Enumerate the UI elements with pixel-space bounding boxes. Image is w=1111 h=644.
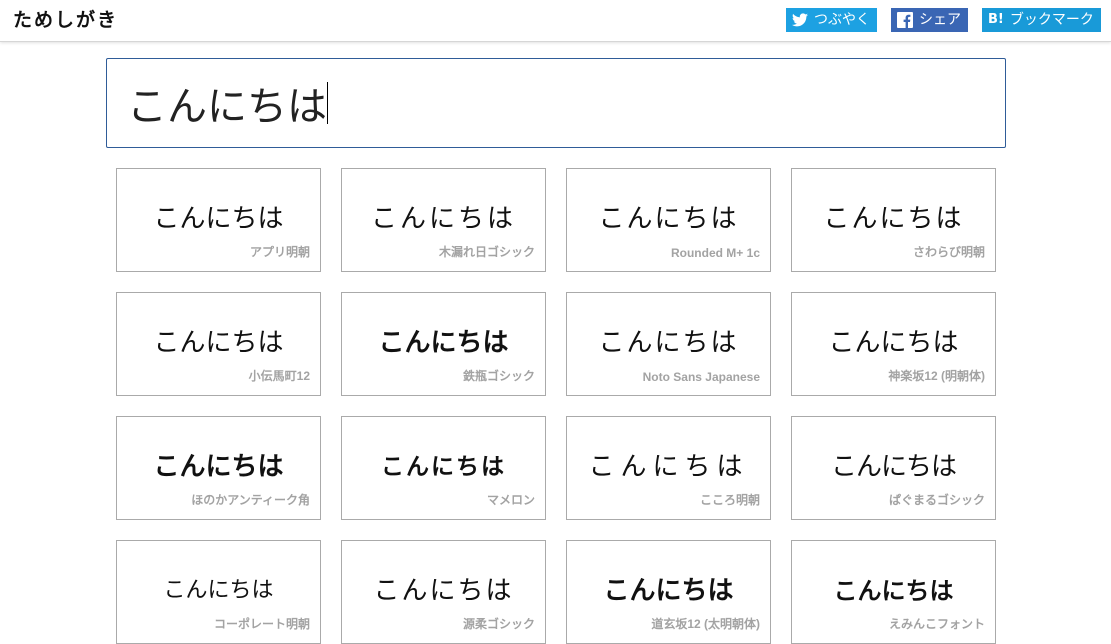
font-card-apuri-mincho[interactable]: こんにちは アプリ明朝: [116, 168, 321, 272]
font-card-sawarabi-mincho[interactable]: こんにちは さわらび明朝: [791, 168, 996, 272]
font-card-dogenzaka12[interactable]: こんにちは 道玄坂12 (太明朝体): [566, 540, 771, 644]
font-card-komorebi-gothic[interactable]: こんにちは 木漏れ日ゴシック: [341, 168, 546, 272]
font-name-label: Noto Sans Japanese: [642, 370, 760, 384]
font-sample-text: こんにちは: [153, 452, 284, 482]
app-logo[interactable]: ためしがき: [13, 6, 118, 34]
font-card-rounded-mplus[interactable]: こんにちは Rounded M+ 1c: [566, 168, 771, 272]
header: ためしがき つぶやく シェア B! ブックマーク: [0, 0, 1111, 42]
font-sample-text: こんにちは: [603, 576, 734, 606]
twitter-bird-icon: [792, 13, 808, 27]
font-sample-text: こんにちは: [378, 328, 509, 358]
font-card-noto-sans-japanese[interactable]: こんにちは Noto Sans Japanese: [566, 292, 771, 396]
twitter-share-button[interactable]: つぶやく: [786, 8, 877, 32]
font-sample-text: こんにちは: [823, 204, 964, 234]
font-name-label: 木漏れ日ゴシック: [438, 245, 535, 259]
font-sample-text: こんにちは: [163, 578, 274, 603]
font-card-kokoro-mincho[interactable]: こんにちは こころ明朝: [566, 416, 771, 520]
font-sample-text: こんにちは: [153, 328, 284, 358]
font-name-label: さわらび明朝: [912, 245, 985, 259]
hatena-bookmark-icon: B!: [988, 12, 1004, 27]
font-card-pagumaru-gothic[interactable]: こんにちは ぱぐまるゴシック: [791, 416, 996, 520]
font-card-honoka-antique-kaku[interactable]: こんにちは ほのかアンティーク角: [116, 416, 321, 520]
font-name-label: 鉄瓶ゴシック: [462, 369, 535, 383]
font-sample-text: こんにちは: [598, 204, 739, 234]
font-name-label: Rounded M+ 1c: [670, 246, 760, 260]
facebook-icon: [897, 12, 913, 28]
sample-text-input[interactable]: [107, 59, 1005, 147]
text-caret: [327, 82, 328, 124]
font-card-kagurazaka12[interactable]: こんにちは 神楽坂12 (明朝体): [791, 292, 996, 396]
font-sample-text: こんにちは: [588, 452, 749, 482]
font-sample-text: こんにちは: [381, 454, 506, 480]
font-sample-text: こんにちは: [833, 577, 954, 605]
font-sample-text: こんにちは: [830, 452, 957, 482]
font-sample-text: こんにちは: [598, 328, 739, 358]
hatena-bookmark-button[interactable]: B! ブックマーク: [982, 8, 1101, 32]
facebook-share-label: シェア: [919, 12, 961, 28]
font-sample-text: こんにちは: [153, 204, 284, 234]
font-name-label: 神楽坂12 (明朝体): [888, 369, 985, 383]
hatena-bookmark-label: ブックマーク: [1009, 12, 1094, 28]
font-sample-text: こんにちは: [828, 328, 959, 358]
font-card-genjuu-gothic[interactable]: こんにちは 源柔ゴシック: [341, 540, 546, 644]
font-name-label: マメロン: [486, 493, 535, 507]
font-name-label: 源柔ゴシック: [462, 617, 535, 631]
font-card-mamelon[interactable]: こんにちは マメロン: [341, 416, 546, 520]
font-card-tetsubin-gothic[interactable]: こんにちは 鉄瓶ゴシック: [341, 292, 546, 396]
font-sample-text: こんにちは: [370, 204, 516, 234]
font-name-label: アプリ明朝: [249, 245, 310, 259]
font-sample-text: こんにちは: [373, 576, 514, 606]
font-name-label: 小伝馬町12: [248, 369, 310, 383]
font-name-label: ぱぐまるゴシック: [888, 493, 985, 507]
font-card-kodenmacho12[interactable]: こんにちは 小伝馬町12: [116, 292, 321, 396]
facebook-share-button[interactable]: シェア: [891, 8, 968, 32]
twitter-share-label: つぶやく: [814, 12, 870, 28]
font-name-label: えみんこフォント: [888, 617, 985, 631]
font-card-corporate-mincho[interactable]: こんにちは コーポレート明朝: [116, 540, 321, 644]
font-name-label: コーポレート明朝: [213, 617, 310, 631]
sample-text-field[interactable]: [106, 58, 1006, 148]
font-name-label: ほのかアンティーク角: [191, 493, 310, 507]
font-name-label: 道玄坂12 (太明朝体): [651, 617, 760, 631]
font-card-eminko-font[interactable]: こんにちは えみんこフォント: [791, 540, 996, 644]
font-name-label: こころ明朝: [699, 493, 760, 507]
